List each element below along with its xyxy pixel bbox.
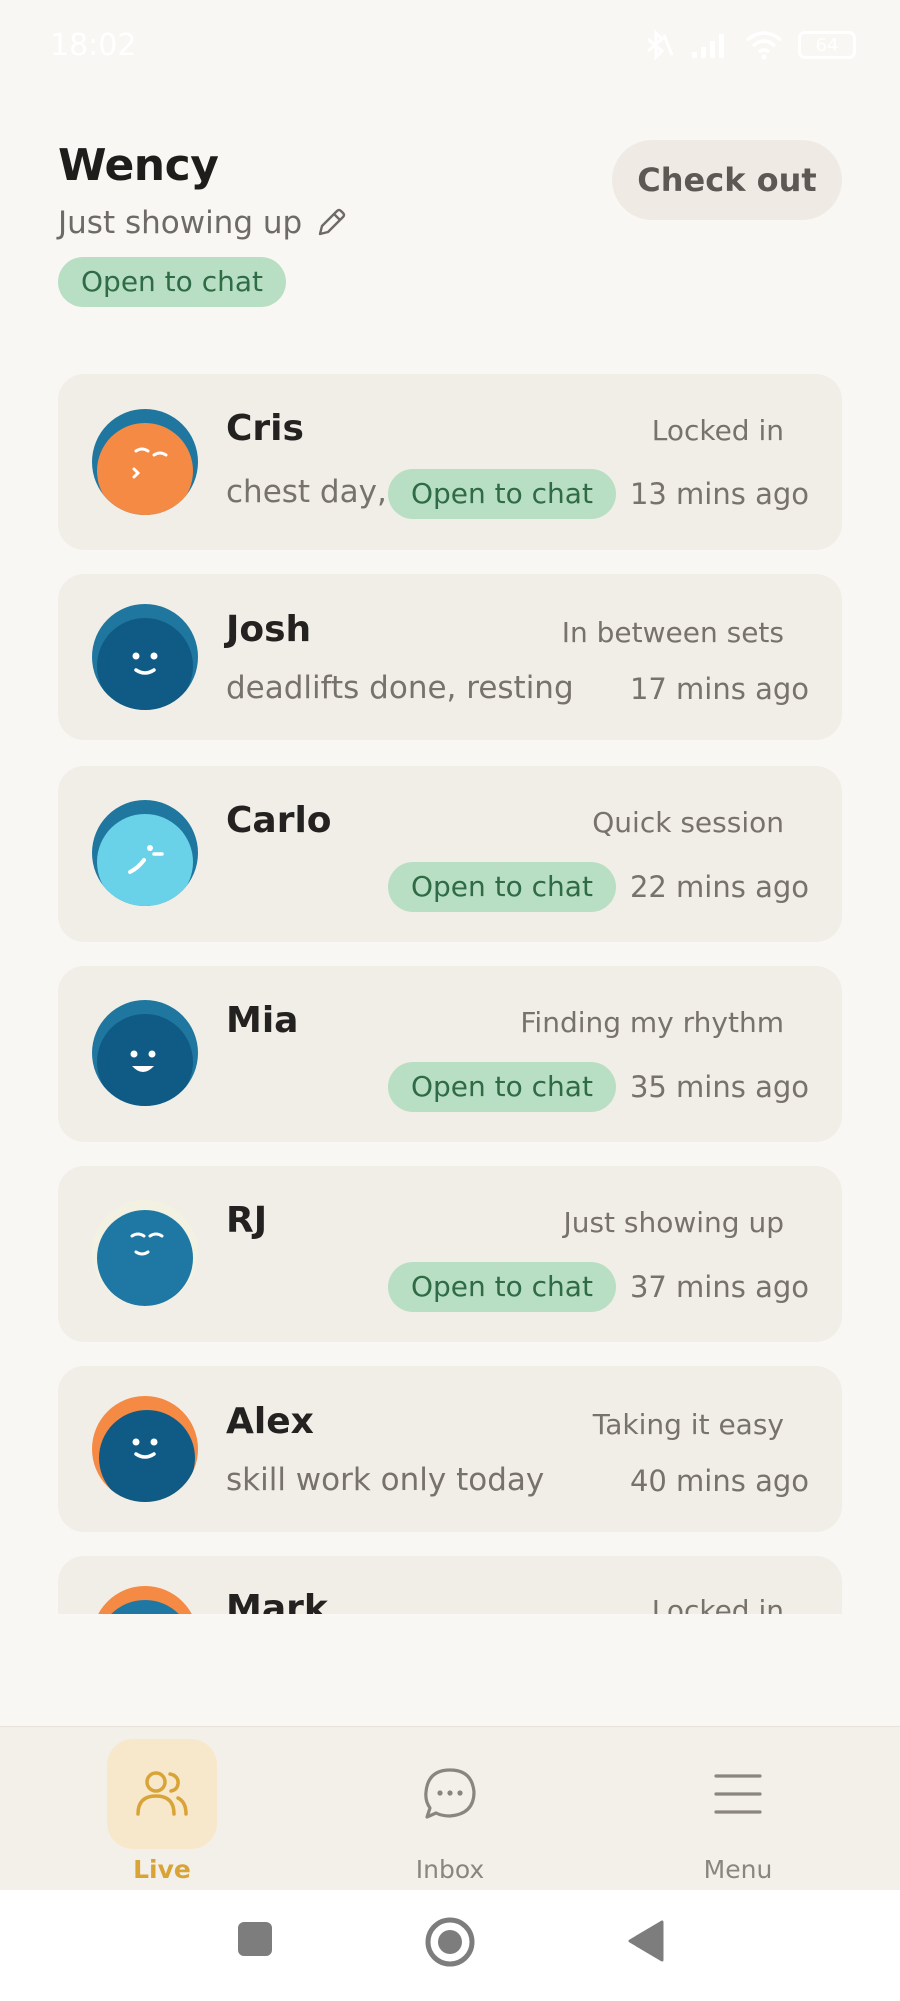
member-time: 22 mins ago [629,870,809,904]
nav-inbox-label: Inbox [415,1855,485,1884]
avatar [92,1200,198,1306]
nav-menu-icon-bg[interactable] [683,1739,793,1849]
member-note: skill work only today [226,1462,545,1498]
nav-menu-label: Menu [703,1855,773,1884]
status-icons: 64 [640,29,856,61]
avatar [92,1586,198,1614]
member-meta: Open to chat 37 mins ago [387,1262,809,1312]
nav-inbox-icon-bg[interactable] [395,1739,505,1849]
member-name: Josh [226,609,312,650]
nav-live-label: Live [133,1855,191,1884]
recents-square-icon[interactable] [236,1920,274,1958]
chat-bubble-icon [424,1768,476,1819]
member-meta: 40 mins ago [630,1464,809,1498]
avatar [92,1396,198,1502]
member-time: 37 mins ago [629,1270,809,1304]
battery-icon: 64 [798,31,856,59]
user-status: Just showing up [58,205,303,241]
member-name: RJ [226,1200,268,1241]
member-time: 17 mins ago [629,672,809,706]
member-card-mia[interactable]: Mia Finding my rhythm Open to chat 35 mi… [58,966,842,1142]
member-time: 35 mins ago [629,1070,809,1104]
avatar [92,409,198,515]
member-note: deadlifts done, resting [226,670,574,706]
member-meta: Open to chat 13 mins ago [387,469,809,519]
member-mood: Taking it easy [592,1408,784,1441]
member-time: 13 mins ago [629,477,809,511]
member-mood: In between sets [561,616,784,649]
home-circle-icon[interactable] [424,1916,476,1968]
member-meta: Open to chat 35 mins ago [387,1062,809,1112]
member-card-josh[interactable]: Josh In between sets deadlifts done, res… [58,574,842,740]
signal-icon [692,34,724,58]
member-mood: Just showing up [563,1206,784,1239]
nav-menu[interactable]: Menu [638,1727,838,1891]
avatar [92,1000,198,1106]
member-card-mark[interactable]: Mark Locked in [58,1556,842,1614]
member-chat-badge: Open to chat [387,1262,616,1312]
bottom-nav: Live Inbox Menu [0,1726,900,1890]
nav-live[interactable]: Live [62,1727,262,1891]
back-triangle-icon[interactable] [626,1918,666,1964]
member-meta: 17 mins ago [630,672,809,706]
member-time: 40 mins ago [629,1464,809,1498]
member-name: Cris [226,408,304,449]
member-chat-badge: Open to chat [387,862,616,912]
nav-inbox[interactable]: Inbox [350,1727,550,1891]
member-name: Alex [226,1401,314,1442]
check-out-button[interactable]: Check out [612,140,842,220]
member-chat-badge: Open to chat [387,469,616,519]
edit-pencil-icon[interactable] [314,206,348,240]
member-mood: Quick session [592,806,784,839]
member-name: Mia [226,1000,299,1041]
member-mood: Finding my rhythm [520,1006,784,1039]
status-time: 18:02 [50,27,137,63]
system-nav-bar [0,1890,900,2001]
member-chat-badge: Open to chat [387,1062,616,1112]
bluetooth-mute-icon [647,29,674,61]
member-meta: Open to chat 22 mins ago [387,862,809,912]
member-list[interactable]: Cris Locked in chest day, … Open to chat… [58,374,842,1614]
wifi-icon [745,31,783,60]
status-bar: 18:02 64 [0,0,900,90]
member-mood: Locked in [651,1594,784,1614]
battery-level: 64 [815,34,839,56]
member-card-cris[interactable]: Cris Locked in chest day, … Open to chat… [58,374,842,550]
member-card-carlo[interactable]: Carlo Quick session Open to chat 22 mins… [58,766,842,942]
nav-live-icon-bg[interactable] [107,1739,217,1849]
hamburger-menu-icon [714,1774,762,1814]
avatar [92,604,198,710]
people-icon [136,1771,188,1816]
member-mood: Locked in [651,414,784,447]
member-card-rj[interactable]: RJ Just showing up Open to chat 37 mins … [58,1166,842,1342]
member-card-alex[interactable]: Alex Taking it easy skill work only toda… [58,1366,842,1532]
profile-header: Wency Just showing up Open to chat Check… [58,140,842,307]
avatar [92,800,198,906]
user-chat-badge[interactable]: Open to chat [58,257,286,307]
member-name: Mark [226,1588,328,1614]
member-name: Carlo [226,800,332,841]
